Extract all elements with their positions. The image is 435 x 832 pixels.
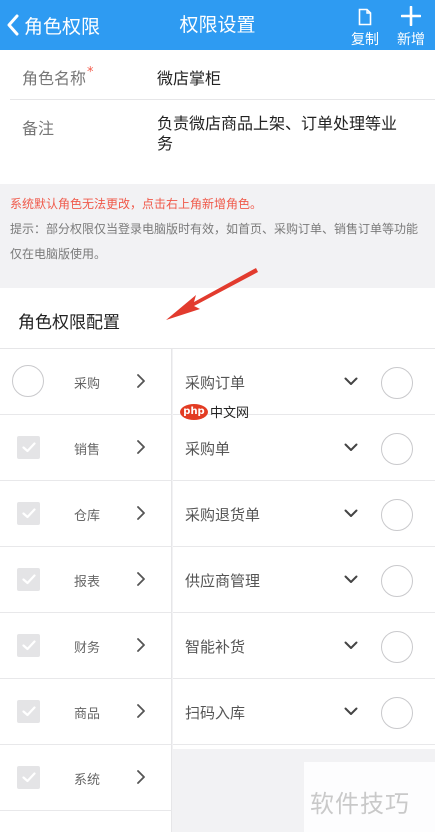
permission-label: 供应商管理: [185, 572, 261, 590]
hint-text: 提示：部分权限仅当登录电脑版时有效，如首页、采购订单、销售订单等功能仅在电脑版使…: [10, 222, 419, 261]
note-label: 备注: [22, 119, 55, 138]
role-name-label: 角色名称*: [22, 65, 94, 88]
chevron-down-icon[interactable]: [344, 575, 358, 584]
corner-watermark: 软件技巧: [310, 790, 410, 818]
category-label: 报表: [74, 575, 101, 590]
chevron-down-icon[interactable]: [344, 377, 358, 386]
category-item-finance[interactable]: 财务: [0, 613, 172, 679]
checkbox-checked[interactable]: [17, 436, 40, 459]
permission-item[interactable]: 智能补货: [173, 613, 435, 679]
role-info-card: 角色名称* 微店掌柜 备注 负责微店商品上架、订单处理等业务: [0, 50, 435, 184]
unchecked-radio[interactable]: [381, 631, 413, 663]
warning-text: 系统默认角色无法更改，点击右上角新增角色。: [10, 197, 263, 211]
category-item-reports[interactable]: 报表: [0, 547, 172, 613]
chevron-down-icon[interactable]: [344, 707, 358, 716]
role-name-row: 角色名称* 微店掌柜: [0, 50, 435, 100]
check-icon: [21, 508, 36, 519]
category-item-warehouse[interactable]: 仓库: [0, 481, 172, 547]
note-field[interactable]: 负责微店商品上架、订单处理等业务: [157, 114, 407, 154]
check-icon: [21, 772, 36, 783]
chevron-right-icon: [137, 506, 145, 520]
chevron-right-icon: [137, 704, 145, 718]
add-label: 新增: [397, 32, 425, 48]
chevron-right-icon: [137, 572, 145, 586]
category-label: 系统: [74, 773, 101, 788]
category-item-purchase[interactable]: 采购: [0, 349, 172, 415]
php-logo-icon: php: [180, 403, 208, 420]
role-name-field[interactable]: 微店掌柜: [157, 65, 221, 89]
category-label: 销售: [74, 443, 101, 458]
permission-label: 扫码入库: [185, 704, 246, 722]
category-item-products[interactable]: 商品: [0, 679, 172, 745]
category-label: 采购: [74, 377, 101, 392]
category-list: 采购 销售 仓库 报表 财务 商品 系统: [0, 349, 172, 832]
check-icon: [21, 706, 36, 717]
php-site-text: 中文网: [210, 406, 250, 421]
permission-label: 采购单: [185, 440, 231, 458]
permission-label: 智能补货: [185, 638, 246, 656]
chevron-right-icon: [137, 374, 145, 388]
category-label: 仓库: [74, 509, 101, 524]
unchecked-radio[interactable]: [381, 697, 413, 729]
required-mark: *: [87, 65, 94, 80]
permission-item[interactable]: 采购退货单: [173, 481, 435, 547]
category-item-sales[interactable]: 销售: [0, 415, 172, 481]
chevron-right-icon: [137, 638, 145, 652]
chevron-right-icon: [137, 770, 145, 784]
annotation-arrow-icon: [166, 268, 258, 320]
permission-label: 采购订单: [185, 374, 246, 392]
permission-item[interactable]: 采购单: [173, 415, 435, 481]
permission-label: 采购退货单: [185, 506, 261, 524]
unchecked-radio[interactable]: [381, 433, 413, 465]
unchecked-radio[interactable]: [381, 367, 413, 399]
plus-icon: [401, 6, 421, 26]
section-title: 角色权限配置: [18, 313, 120, 333]
check-icon: [21, 640, 36, 651]
checkbox-checked[interactable]: [17, 568, 40, 591]
unchecked-radio[interactable]: [381, 499, 413, 531]
unchecked-radio[interactable]: [381, 565, 413, 597]
chevron-down-icon[interactable]: [344, 443, 358, 452]
unchecked-radio[interactable]: [12, 365, 44, 397]
category-label: 财务: [74, 641, 101, 656]
add-button[interactable]: 新增: [389, 4, 433, 48]
chevron-right-icon: [137, 440, 145, 454]
checkbox-checked[interactable]: [17, 766, 40, 789]
checkbox-checked[interactable]: [17, 634, 40, 657]
checkbox-checked[interactable]: [17, 502, 40, 525]
copy-icon: [358, 8, 372, 26]
checkbox-checked[interactable]: [17, 700, 40, 723]
category-item-system[interactable]: 系统: [0, 745, 172, 811]
permission-item[interactable]: 供应商管理: [173, 547, 435, 613]
category-label: 商品: [74, 707, 101, 722]
navbar: 角色权限 权限设置 复制 新增: [0, 0, 435, 50]
permission-item[interactable]: 扫码入库: [173, 679, 435, 745]
check-icon: [21, 574, 36, 585]
copy-button[interactable]: 复制: [343, 4, 387, 48]
check-icon: [21, 442, 36, 453]
chevron-down-icon[interactable]: [344, 509, 358, 518]
php-watermark-logo: php 中文网: [180, 402, 249, 421]
chevron-down-icon[interactable]: [344, 641, 358, 650]
copy-label: 复制: [351, 32, 379, 48]
